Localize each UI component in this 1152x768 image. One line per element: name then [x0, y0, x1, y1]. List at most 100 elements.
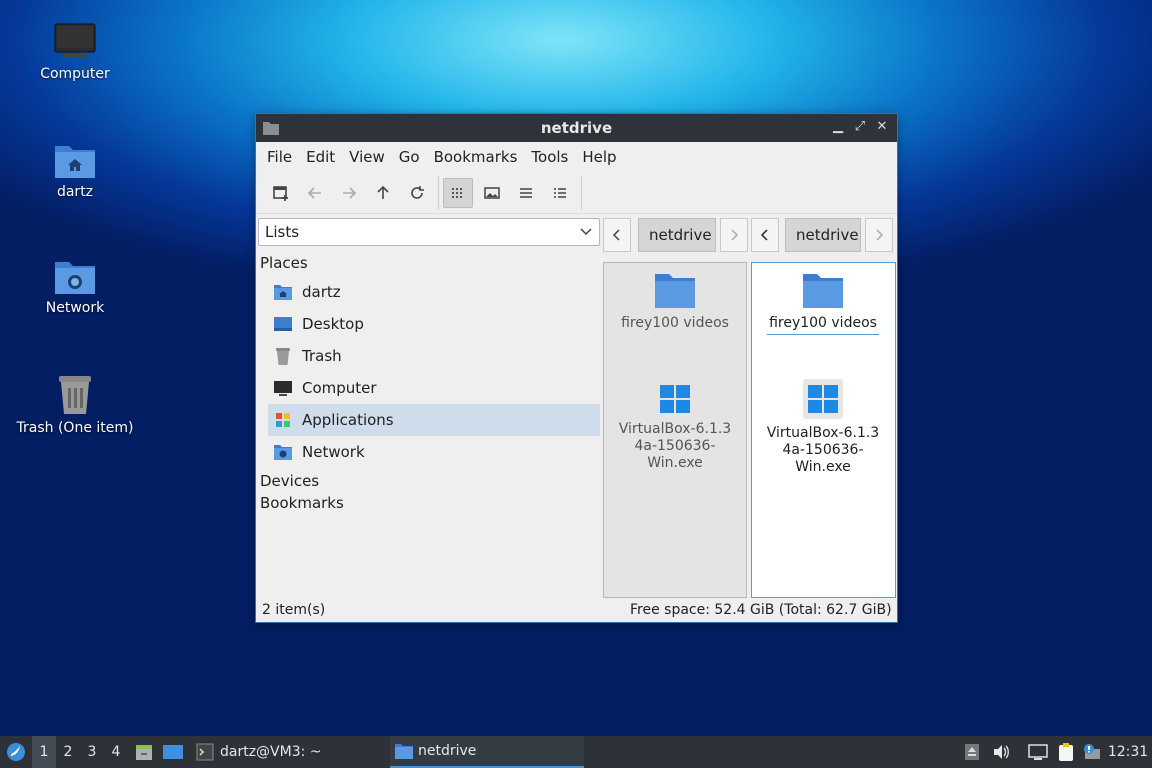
folder-icon	[395, 744, 413, 759]
bookmarks-header[interactable]: Bookmarks	[258, 490, 600, 512]
trash-full-icon	[59, 376, 91, 414]
workspace-1[interactable]: 1	[32, 736, 56, 768]
sidebar-item-label: Network	[302, 443, 365, 461]
new-window-button[interactable]	[266, 178, 296, 208]
workspace-4[interactable]: 4	[104, 736, 128, 768]
menu-bar: File Edit View Go Bookmarks Tools Help	[256, 142, 897, 172]
side-pane-mode-value: Lists	[265, 223, 300, 241]
detailed-list-button[interactable]	[545, 178, 575, 208]
desktop-network[interactable]: Network	[0, 256, 150, 316]
file-name-line: 4a-150636-	[634, 438, 716, 454]
reload-button[interactable]	[402, 178, 432, 208]
menu-go[interactable]: Go	[392, 148, 427, 166]
desktop-icon-label: Network	[45, 300, 105, 316]
path-scroll-right-button[interactable]	[865, 218, 893, 252]
desktop-icon-label: Computer	[40, 66, 110, 82]
notification-icon	[1084, 744, 1100, 759]
path-scroll-left-button[interactable]	[603, 218, 631, 252]
sidebar-item-label: Applications	[302, 411, 394, 429]
compact-view-icon	[520, 187, 532, 198]
tray-clipboard[interactable]	[1054, 736, 1078, 768]
minimize-button[interactable]: ▁	[829, 118, 847, 136]
desktop-icon-label: Trash (One item)	[16, 420, 134, 436]
thumbnail-view-icon	[484, 186, 500, 199]
sidebar-item-desktop[interactable]: Desktop	[258, 308, 600, 340]
file-pane-left[interactable]: firey100 videos VirtualBox-6.1.3 4a-1506…	[603, 262, 747, 598]
home-folder-icon	[55, 146, 95, 178]
path-crumb[interactable]: netdrive	[785, 218, 861, 252]
eject-icon	[965, 744, 979, 760]
path-scroll-right-button[interactable]	[720, 218, 748, 252]
desktop-computer[interactable]: Computer	[0, 22, 150, 82]
side-pane-mode-select[interactable]: Lists	[258, 218, 600, 246]
chevron-right-icon	[731, 229, 739, 241]
workspace-2[interactable]: 2	[56, 736, 80, 768]
path-bar-right: netdrive	[751, 218, 893, 252]
thumbnail-view-button[interactable]	[477, 178, 507, 208]
menu-file[interactable]: File	[260, 148, 299, 166]
menu-view[interactable]: View	[342, 148, 392, 166]
tray-network[interactable]	[1026, 736, 1050, 768]
quicklaunch-desktop[interactable]	[160, 736, 186, 768]
menu-tools[interactable]: Tools	[524, 148, 575, 166]
task-terminal[interactable]: dartz@VM3: ~	[192, 736, 382, 768]
sidebar-item-label: dartz	[302, 283, 341, 301]
task-label: dartz@VM3: ~	[220, 744, 322, 760]
file-pane-right[interactable]: firey100 videos VirtualBox-6.1.3 4a-1506…	[751, 262, 896, 598]
sidebar-item-label: Computer	[302, 379, 377, 397]
workspace-3[interactable]: 3	[80, 736, 104, 768]
devices-header[interactable]: Devices	[258, 468, 600, 490]
desktop-trash[interactable]: Trash (One item)	[0, 372, 150, 436]
sidebar-item-network[interactable]: Network	[258, 436, 600, 468]
clock[interactable]: 12:31	[1106, 736, 1150, 768]
tray-volume[interactable]	[990, 736, 1012, 768]
file-name-line: 4a-150636-	[782, 442, 864, 458]
file-item[interactable]: VirtualBox-6.1.3 4a-150636- Win.exe	[605, 383, 745, 472]
path-crumb[interactable]: netdrive	[638, 218, 716, 252]
forward-button[interactable]	[334, 178, 364, 208]
file-name: firey100 videos	[767, 315, 879, 335]
tray-updates[interactable]	[962, 736, 982, 768]
menu-bookmarks[interactable]: Bookmarks	[427, 148, 525, 166]
sidebar-item-applications[interactable]: Applications	[268, 404, 600, 436]
path-scroll-left-button[interactable]	[751, 218, 779, 252]
back-button[interactable]	[300, 178, 330, 208]
desktop-home[interactable]: dartz	[0, 140, 150, 200]
desktop-icon	[274, 317, 292, 331]
menu-edit[interactable]: Edit	[299, 148, 342, 166]
start-menu-button[interactable]	[2, 736, 30, 768]
sidebar-item-label: Desktop	[302, 315, 364, 333]
volume-icon	[994, 745, 1009, 759]
menu-help[interactable]: Help	[575, 148, 623, 166]
back-icon	[307, 186, 321, 199]
close-button[interactable]: ✕	[873, 118, 891, 136]
forward-icon	[343, 186, 357, 199]
file-item[interactable]: firey100 videos	[753, 271, 893, 335]
file-name-line: VirtualBox-6.1.3	[766, 425, 880, 441]
lxqt-logo-icon	[7, 743, 25, 761]
title-bar[interactable]: netdrive ▁ ⤢ ✕	[256, 114, 897, 142]
network-icon	[274, 445, 292, 460]
sidebar-item-trash[interactable]: Trash	[258, 340, 600, 372]
toolbar	[256, 172, 897, 214]
tray-notifications[interactable]	[1080, 736, 1104, 768]
icon-view-button[interactable]	[443, 177, 473, 208]
compact-view-button[interactable]	[511, 178, 541, 208]
chevron-right-icon	[876, 229, 884, 241]
quicklaunch-files[interactable]	[132, 736, 156, 768]
file-item[interactable]: firey100 videos	[605, 271, 745, 332]
file-item[interactable]: VirtualBox-6.1.3 4a-150636- Win.exe	[753, 379, 893, 476]
up-button[interactable]	[368, 178, 398, 208]
desktop-icon-label: dartz	[56, 184, 94, 200]
sidebar-item-dartz[interactable]: dartz	[258, 276, 600, 308]
task-netdrive[interactable]: netdrive	[390, 736, 584, 768]
maximize-button[interactable]: ⤢	[851, 118, 869, 136]
detailed-list-icon	[554, 187, 566, 198]
windows-exe-icon	[803, 379, 843, 419]
sidebar-item-computer[interactable]: Computer	[258, 372, 600, 404]
task-label: netdrive	[418, 743, 477, 759]
chevron-left-icon	[612, 229, 620, 241]
folder-icon	[803, 274, 843, 308]
file-manager-window: netdrive ▁ ⤢ ✕ File Edit View Go Bookmar…	[255, 113, 898, 623]
places-header: Places	[260, 254, 308, 272]
